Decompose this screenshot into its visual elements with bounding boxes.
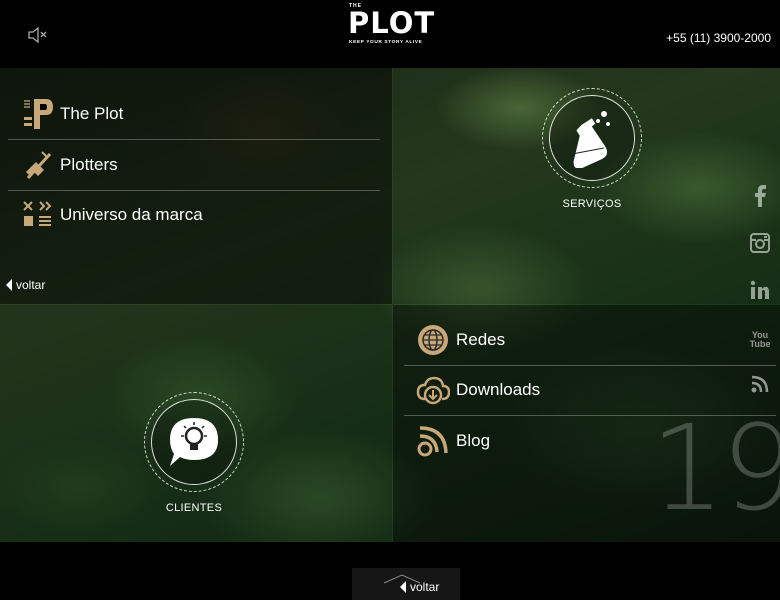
footer-back-link[interactable]: voltar — [400, 580, 439, 594]
logo[interactable]: THE PLOT KEEP YOUR STORY ALIVE — [343, 2, 439, 52]
youtube-icon[interactable]: You Tube — [748, 326, 772, 354]
background-image: The Plot Plotters Universo da marca volt… — [0, 68, 780, 542]
menu-label: The Plot — [60, 104, 124, 123]
footer-back-label: voltar — [410, 580, 440, 594]
instagram-icon[interactable] — [748, 231, 772, 255]
speaker-muted-icon[interactable] — [27, 26, 49, 44]
menu-label: Downloads — [456, 380, 541, 399]
menu-item-universo[interactable]: Universo da marca — [20, 190, 203, 240]
menu-item-blog[interactable]: Blog — [416, 416, 490, 466]
services-button[interactable]: SERVIÇOS — [522, 86, 662, 216]
chevron-left-icon — [6, 279, 12, 291]
menu-label: Blog — [456, 431, 491, 450]
footer: voltar — [0, 542, 780, 600]
back-link[interactable]: voltar — [6, 278, 45, 292]
cloud-download-icon — [416, 373, 450, 407]
page-number: 19 — [650, 399, 780, 537]
blog-rss-icon — [416, 424, 450, 458]
logo-tagline: KEEP YOUR STORY ALIVE — [349, 40, 423, 45]
menu-item-plotters[interactable]: Plotters — [20, 140, 118, 190]
logo-name: PLOT — [348, 6, 436, 40]
clients-label: CLIENTES — [165, 502, 223, 514]
universe-icon — [20, 198, 54, 232]
linkedin-icon[interactable] — [748, 278, 772, 302]
menu-label: Plotters — [60, 155, 118, 174]
menu-label: Universo da marca — [60, 205, 203, 224]
globe-icon — [416, 323, 450, 357]
flask-icon — [549, 95, 635, 181]
services-label: SERVIÇOS — [562, 198, 622, 210]
menu-item-downloads[interactable]: Downloads — [416, 365, 540, 415]
phone-number: +55 (11) 3900-2000 — [666, 31, 771, 45]
rss-icon[interactable] — [748, 372, 772, 396]
menu-item-the-plot[interactable]: The Plot — [20, 89, 123, 139]
chevron-left-icon — [400, 581, 406, 593]
the-plot-icon — [20, 97, 54, 131]
menu-label: Redes — [456, 330, 506, 349]
menu-item-redes[interactable]: Redes — [416, 315, 505, 365]
facebook-icon[interactable] — [748, 184, 772, 208]
footer-back-button[interactable]: voltar — [352, 568, 460, 600]
header: THE PLOT KEEP YOUR STORY ALIVE +55 (11) … — [0, 0, 780, 68]
plotters-icon — [20, 148, 54, 182]
back-label: voltar — [16, 278, 46, 292]
lightbulb-bubble-icon — [151, 399, 237, 485]
clients-button[interactable]: CLIENTES — [124, 390, 264, 522]
youtube-tube: Tube — [749, 339, 771, 349]
